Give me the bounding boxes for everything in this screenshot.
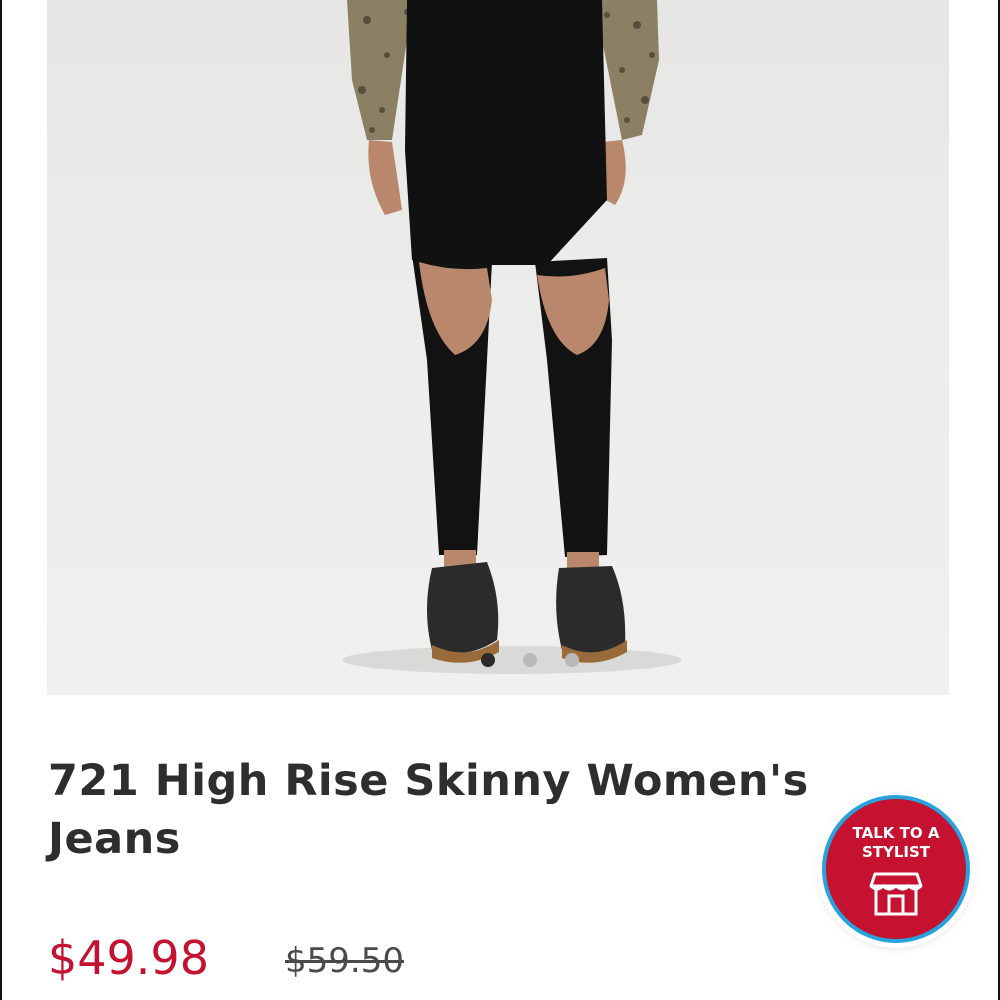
original-price: $59.50 [285, 941, 404, 981]
store-icon [869, 872, 923, 916]
stylist-label: TALK TO A STYLIST [852, 824, 940, 861]
product-page: 721 High Rise Skinny Women's Jeans $49.9… [0, 0, 1000, 1000]
sale-price: $49.98 [48, 931, 209, 985]
product-image-carousel[interactable] [47, 0, 949, 695]
product-title: 721 High Rise Skinny Women's Jeans [48, 756, 809, 864]
carousel-dots [481, 653, 579, 667]
carousel-dot[interactable] [523, 653, 537, 667]
jeans-photo-icon [342, 0, 682, 674]
screen-edge-left [0, 0, 2, 1000]
talk-to-stylist-button[interactable]: TALK TO A STYLIST [822, 795, 970, 943]
carousel-dot[interactable] [481, 653, 495, 667]
carousel-dot[interactable] [565, 653, 579, 667]
